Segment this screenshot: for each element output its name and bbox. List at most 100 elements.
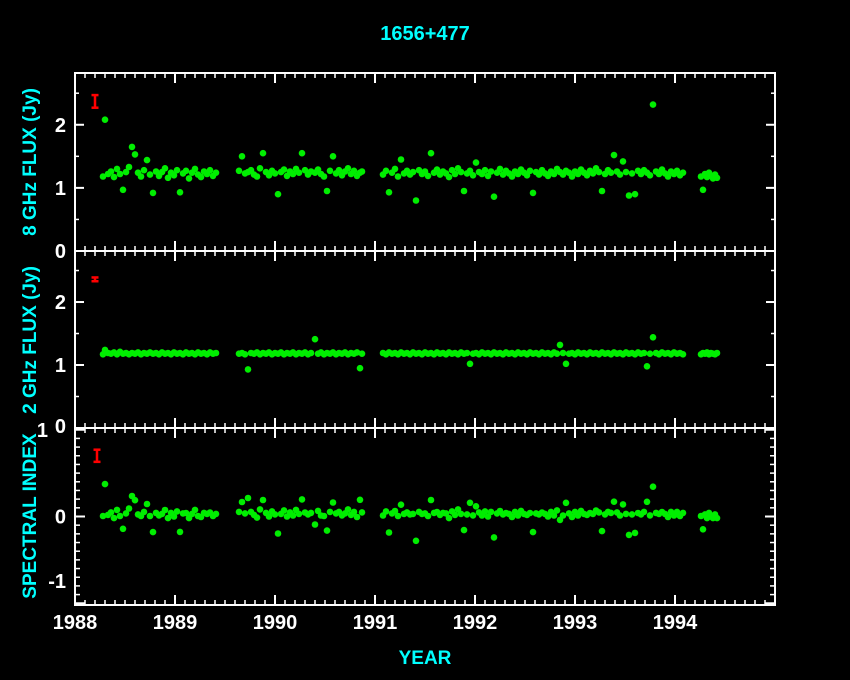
tick-label: 1990 bbox=[253, 612, 298, 634]
data-point bbox=[132, 497, 139, 504]
data-point bbox=[213, 169, 220, 176]
data-point bbox=[632, 530, 639, 537]
data-point bbox=[714, 175, 721, 182]
data-point bbox=[680, 510, 687, 517]
frame-border bbox=[75, 73, 775, 605]
data-point bbox=[129, 144, 136, 151]
data-point bbox=[650, 101, 657, 108]
tick-label: 0 bbox=[55, 416, 66, 438]
data-point bbox=[299, 496, 306, 503]
data-point bbox=[560, 350, 567, 357]
data-point bbox=[383, 508, 390, 515]
data-point bbox=[557, 342, 564, 349]
x-axis-title: YEAR bbox=[399, 648, 452, 669]
data-point bbox=[192, 507, 199, 514]
data-point bbox=[488, 168, 495, 175]
data-point bbox=[186, 175, 193, 182]
data-point bbox=[626, 192, 633, 199]
data-point bbox=[599, 528, 606, 535]
data-point bbox=[383, 168, 390, 175]
light-curve-figure: 1656+477 8 GHz FLUX (Jy) 2 GHz FLUX (Jy)… bbox=[0, 0, 850, 680]
data-point bbox=[386, 529, 393, 536]
data-point bbox=[563, 500, 570, 507]
data-point bbox=[461, 527, 468, 534]
data-point bbox=[491, 534, 498, 541]
data-point bbox=[395, 173, 402, 180]
data-point bbox=[620, 501, 627, 508]
plot-frame bbox=[75, 73, 775, 605]
data-point bbox=[275, 530, 282, 537]
data-point bbox=[467, 500, 474, 507]
data-point bbox=[714, 350, 721, 357]
data-point bbox=[497, 166, 504, 173]
axis-ticks bbox=[75, 73, 775, 605]
data-point bbox=[714, 515, 721, 522]
data-point bbox=[312, 521, 319, 528]
data-point bbox=[147, 513, 154, 520]
plot-title: 1656+477 bbox=[380, 23, 470, 45]
data-point bbox=[183, 168, 190, 175]
data-points bbox=[100, 101, 721, 544]
data-point bbox=[641, 509, 648, 516]
data-point bbox=[345, 165, 352, 172]
data-point bbox=[330, 153, 337, 160]
data-point bbox=[281, 507, 288, 514]
error-bar-indicator bbox=[94, 450, 101, 462]
tick-label: 0 bbox=[55, 507, 66, 529]
tick-label: 1991 bbox=[353, 612, 398, 634]
data-point bbox=[198, 174, 205, 181]
data-point bbox=[126, 164, 133, 171]
data-point bbox=[563, 361, 570, 368]
data-point bbox=[260, 150, 267, 157]
data-point bbox=[162, 507, 169, 514]
data-point bbox=[470, 512, 477, 519]
data-point bbox=[560, 512, 567, 519]
data-point bbox=[327, 509, 334, 516]
data-point bbox=[102, 116, 109, 123]
data-point bbox=[117, 513, 124, 520]
data-point bbox=[147, 171, 154, 178]
data-point bbox=[296, 169, 303, 176]
data-point bbox=[398, 501, 405, 508]
data-point bbox=[321, 173, 328, 180]
tick-labels: 1988198919901991199219931994012012-101 bbox=[37, 115, 698, 634]
data-point bbox=[257, 165, 264, 172]
data-point bbox=[290, 512, 297, 519]
data-point bbox=[245, 495, 252, 502]
data-point bbox=[458, 169, 465, 176]
data-point bbox=[473, 159, 480, 166]
data-point bbox=[359, 168, 366, 175]
data-point bbox=[275, 191, 282, 198]
data-point bbox=[596, 509, 603, 516]
data-point bbox=[177, 189, 184, 196]
error-bar-indicator bbox=[92, 277, 99, 281]
data-point bbox=[620, 158, 627, 165]
data-point bbox=[324, 527, 331, 534]
data-point bbox=[470, 172, 477, 179]
tick-label: 1 bbox=[55, 355, 66, 377]
tick-label: 1994 bbox=[653, 612, 698, 634]
tick-label: 1993 bbox=[553, 612, 598, 634]
data-point bbox=[281, 166, 288, 173]
data-point bbox=[554, 507, 561, 514]
data-point bbox=[386, 189, 393, 196]
data-point bbox=[108, 168, 115, 175]
data-point bbox=[527, 168, 534, 175]
tick-label: 2 bbox=[55, 115, 66, 137]
data-point bbox=[207, 167, 214, 174]
data-point bbox=[530, 190, 537, 197]
data-point bbox=[644, 499, 651, 506]
data-point bbox=[464, 511, 471, 518]
tick-label: 1989 bbox=[153, 612, 198, 634]
data-point bbox=[641, 350, 648, 357]
tick-label: -1 bbox=[48, 571, 66, 593]
data-point bbox=[174, 167, 181, 174]
data-point bbox=[680, 351, 687, 358]
data-point bbox=[425, 513, 432, 520]
data-point bbox=[192, 166, 199, 173]
data-point bbox=[150, 190, 157, 197]
tick-label: 2 bbox=[55, 292, 66, 314]
data-point bbox=[617, 512, 624, 519]
data-point bbox=[144, 157, 151, 164]
data-point bbox=[132, 151, 139, 158]
